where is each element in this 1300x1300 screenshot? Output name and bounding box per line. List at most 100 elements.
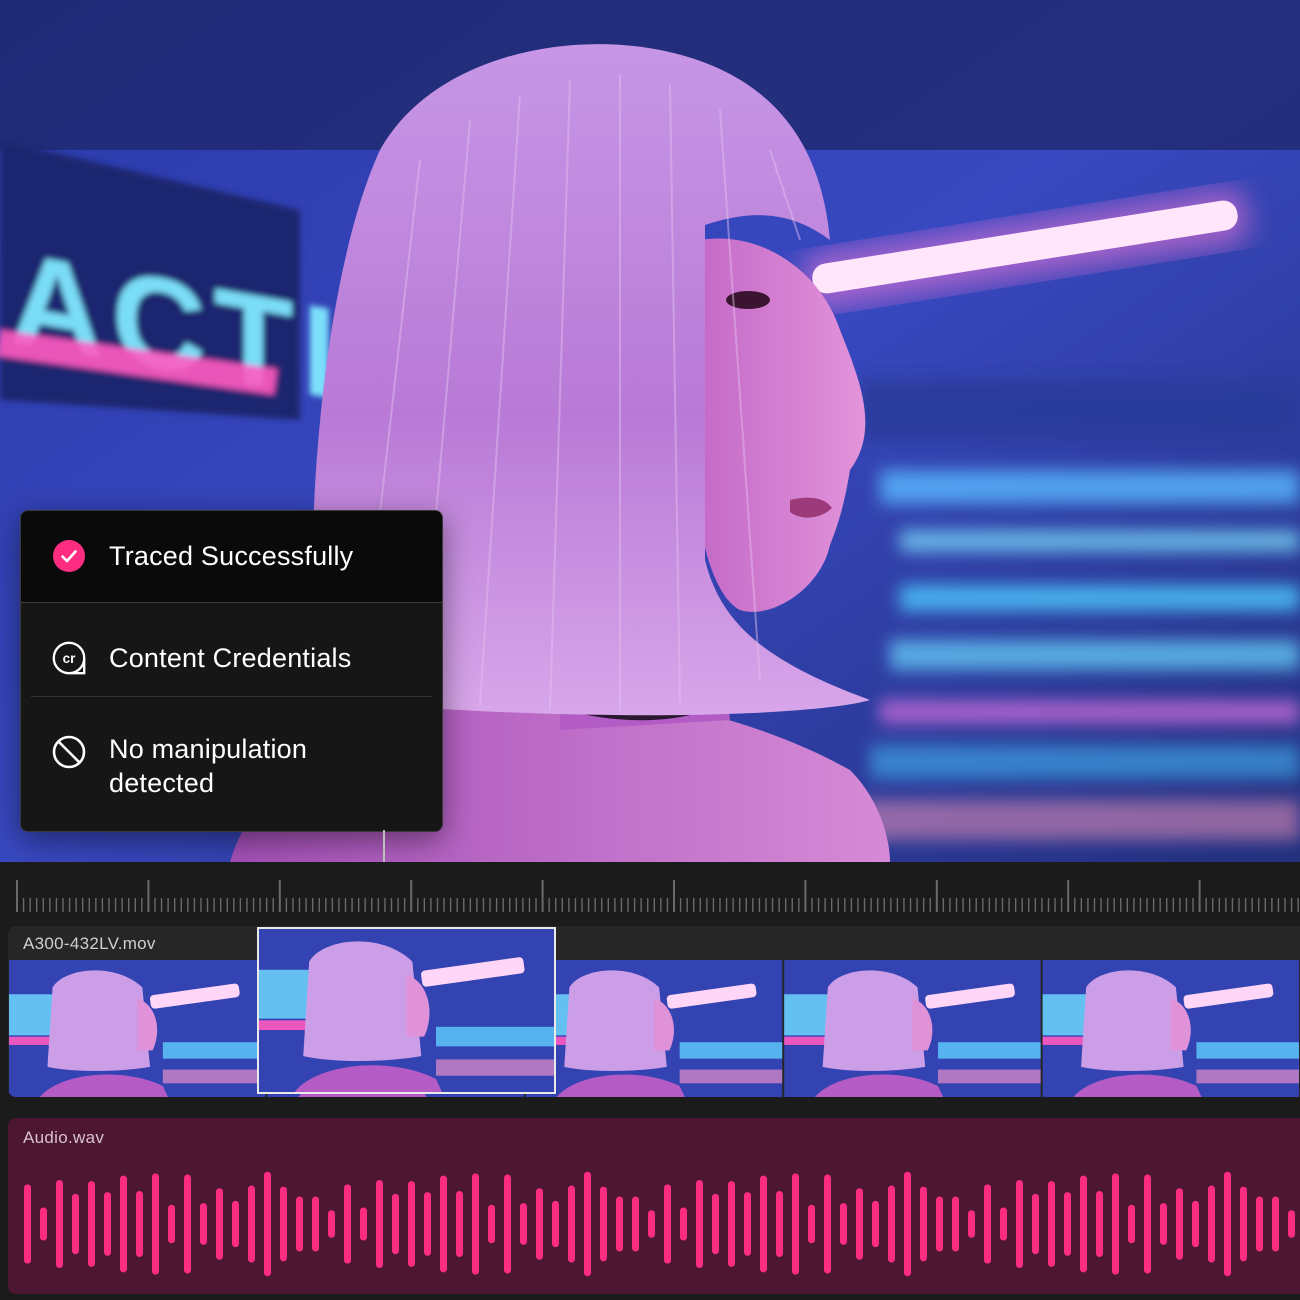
waveform-bar: [664, 1184, 671, 1264]
waveform-bar: [648, 1210, 655, 1238]
audio-waveform: [24, 1171, 1295, 1277]
waveform-bar: [792, 1173, 799, 1275]
video-frame-thumbnail: [525, 960, 783, 1097]
video-frame-thumbnail: [1042, 960, 1299, 1097]
video-frame-thumbnail: [784, 960, 1041, 1097]
waveform-bar: [344, 1184, 351, 1264]
selected-video-frame[interactable]: [257, 927, 556, 1094]
waveform-bar: [1064, 1192, 1071, 1256]
time-ruler[interactable]: [0, 862, 1300, 922]
waveform-bar: [1080, 1175, 1087, 1273]
waveform-bar: [136, 1191, 143, 1257]
content-credentials-row[interactable]: cr Content Credentials: [21, 603, 442, 697]
manipulation-status-label: No manipulation detected: [109, 734, 308, 798]
traced-status-row: Traced Successfully: [21, 511, 442, 603]
waveform-bar: [632, 1196, 639, 1252]
video-frame-thumbnail: [259, 929, 554, 1092]
waveform-bar: [1048, 1181, 1055, 1267]
waveform-bar: [24, 1184, 31, 1264]
waveform-bar: [1272, 1196, 1279, 1252]
waveform-bar: [1096, 1191, 1103, 1257]
audio-track[interactable]: Audio.wav: [8, 1118, 1300, 1294]
waveform-bar: [760, 1175, 767, 1273]
waveform-bar: [248, 1185, 255, 1263]
waveform-bar: [472, 1173, 479, 1275]
waveform-bar: [744, 1192, 751, 1256]
waveform-bar: [360, 1207, 367, 1241]
waveform-bar: [72, 1193, 79, 1255]
waveform-bar: [456, 1191, 463, 1257]
waveform-bar: [40, 1207, 47, 1241]
waveform-bar: [904, 1171, 911, 1277]
waveform-bar: [232, 1200, 239, 1248]
waveform-bar: [200, 1203, 207, 1245]
waveform-bar: [1160, 1203, 1167, 1245]
cr-badge-text: cr: [63, 651, 76, 666]
waveform-bar: [712, 1193, 719, 1255]
waveform-bar: [1112, 1173, 1119, 1275]
waveform-bar: [184, 1174, 191, 1274]
waveform-bar: [936, 1196, 943, 1252]
waveform-bar: [1000, 1207, 1007, 1241]
waveform-bar: [824, 1174, 831, 1274]
waveform-bar: [728, 1181, 735, 1267]
waveform-bar: [616, 1196, 623, 1252]
waveform-bar: [968, 1210, 975, 1238]
thumbnail-strip: [9, 960, 1299, 1097]
waveform-bar: [88, 1181, 95, 1267]
waveform-bar: [776, 1191, 783, 1257]
waveform-bar: [504, 1174, 511, 1274]
audio-clip-filename: Audio.wav: [23, 1128, 105, 1147]
waveform-bar: [168, 1204, 175, 1244]
waveform-bar: [1176, 1188, 1183, 1260]
verification-panel: Traced Successfully cr Content Credentia…: [20, 510, 443, 832]
waveform-bar: [1256, 1196, 1263, 1252]
selected-frame-thumbnail: [259, 929, 554, 1092]
content-credentials-label: Content Credentials: [109, 643, 352, 673]
cr-badge-icon: cr: [52, 641, 86, 675]
traced-status-label: Traced Successfully: [109, 541, 354, 571]
waveform-bar: [952, 1196, 959, 1252]
waveform-bar: [440, 1175, 447, 1273]
waveform-bar: [120, 1175, 127, 1273]
waveform-bar: [600, 1186, 607, 1262]
waveform-bar: [1192, 1200, 1199, 1248]
waveform-bar: [408, 1181, 415, 1267]
waveform-bar: [424, 1192, 431, 1256]
waveform-bar: [264, 1171, 271, 1277]
waveform-bar: [888, 1185, 895, 1263]
waveform-bar: [56, 1180, 63, 1268]
timeline[interactable]: A300-432LV.mov Audio.wav: [0, 862, 1300, 1300]
waveform-bar: [920, 1186, 927, 1262]
video-frame-thumbnail: [9, 960, 266, 1097]
waveform-bar: [296, 1196, 303, 1252]
waveform-bar: [488, 1204, 495, 1244]
waveform-bar: [984, 1184, 991, 1264]
waveform-bar: [584, 1171, 591, 1277]
waveform-bar: [1032, 1193, 1039, 1255]
waveform-bar: [1208, 1185, 1215, 1263]
waveform-bar: [312, 1196, 319, 1252]
waveform-bar: [840, 1203, 847, 1245]
waveform-bar: [1240, 1186, 1247, 1262]
manipulation-status-row: No manipulation detected: [21, 698, 442, 831]
waveform-bar: [104, 1192, 111, 1256]
waveform-bar: [568, 1185, 575, 1263]
waveform-bar: [808, 1204, 815, 1244]
video-clip-filename: A300-432LV.mov: [23, 934, 156, 953]
check-circle-icon: [52, 539, 86, 573]
video-clip-frames[interactable]: [8, 960, 1300, 1097]
waveform-bar: [536, 1188, 543, 1260]
waveform-bar: [520, 1203, 527, 1245]
waveform-bar: [1224, 1171, 1231, 1277]
waveform-bar: [1288, 1210, 1295, 1238]
waveform-bar: [152, 1173, 159, 1275]
waveform-bar: [216, 1188, 223, 1260]
waveform-bar: [696, 1180, 703, 1268]
waveform-bar: [856, 1188, 863, 1260]
video-track[interactable]: A300-432LV.mov: [8, 926, 1300, 1097]
waveform-bar: [392, 1193, 399, 1255]
waveform-bar: [280, 1186, 287, 1262]
waveform-bar: [328, 1210, 335, 1238]
waveform-bar: [1144, 1174, 1151, 1274]
